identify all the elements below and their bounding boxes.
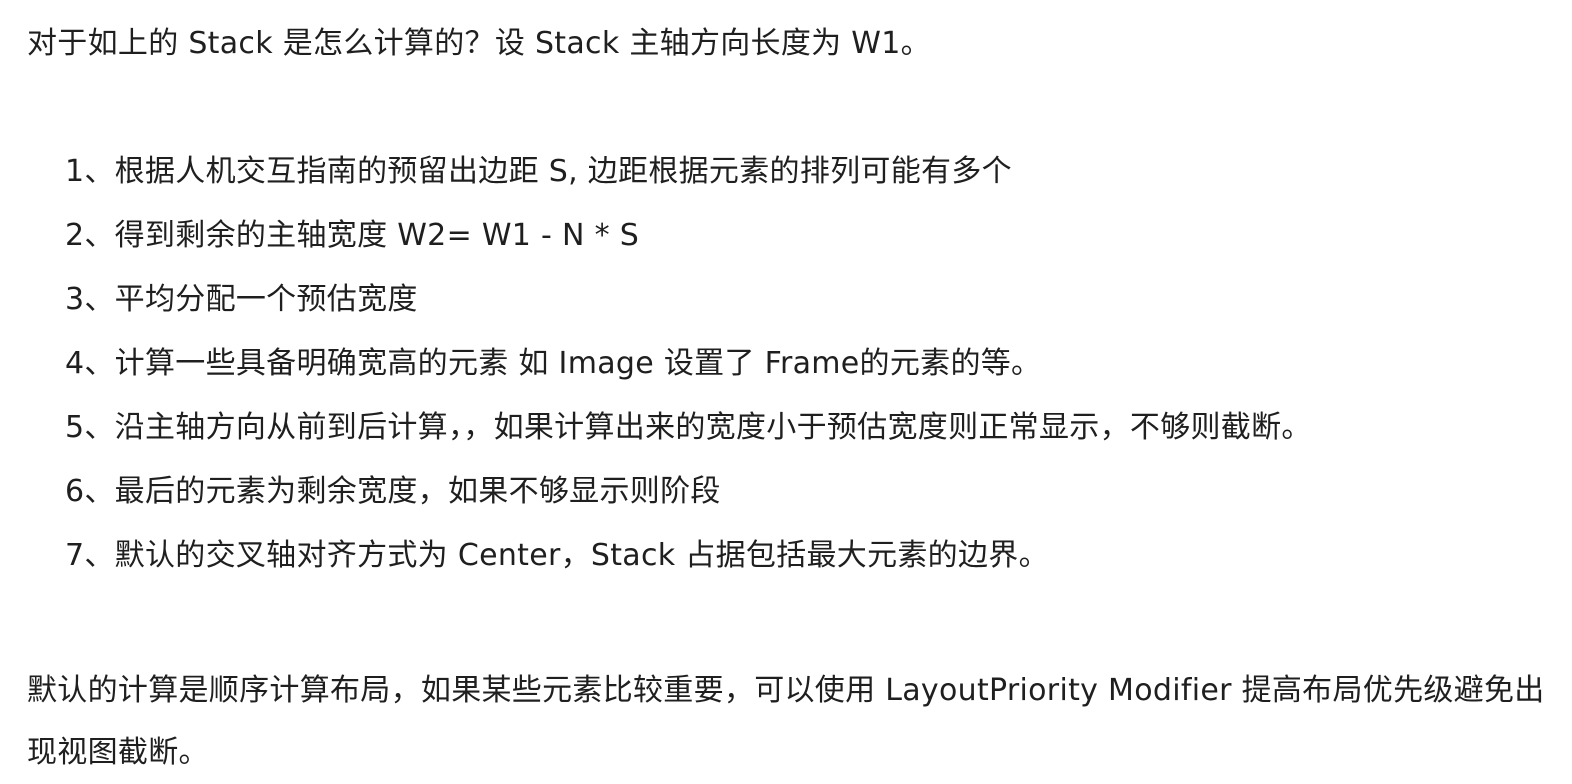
intro-paragraph: 对于如上的 Stack 是怎么计算的？设 Stack 主轴方向长度为 W1。 [27, 26, 931, 61]
list-item: 6、最后的元素为剩余宽度，如果不够显示则阶段 [65, 474, 721, 509]
list-item: 1、根据人机交互指南的预留出边距 S, 边距根据元素的排列可能有多个 [65, 154, 1012, 189]
list-item: 4、计算一些具备明确宽高的元素 如 Image 设置了 Frame的元素的等。 [65, 346, 1042, 381]
list-item: 2、得到剩余的主轴宽度 W2= W1 - N * S [65, 218, 640, 253]
list-item: 5、沿主轴方向从前到后计算，，如果计算出来的宽度小于预估宽度则正常显示，不够则截… [65, 410, 1312, 445]
list-item: 3、平均分配一个预估宽度 [65, 282, 418, 317]
list-item: 7、默认的交叉轴对齐方式为 Center，Stack 占据包括最大元素的边界。 [65, 538, 1049, 573]
steps-list: 1、根据人机交互指南的预留出边距 S, 边距根据元素的排列可能有多个 2、得到剩… [65, 150, 1312, 598]
outro-paragraph: 默认的计算是顺序计算布局，如果某些元素比较重要，可以使用 LayoutPrior… [27, 673, 1545, 770]
